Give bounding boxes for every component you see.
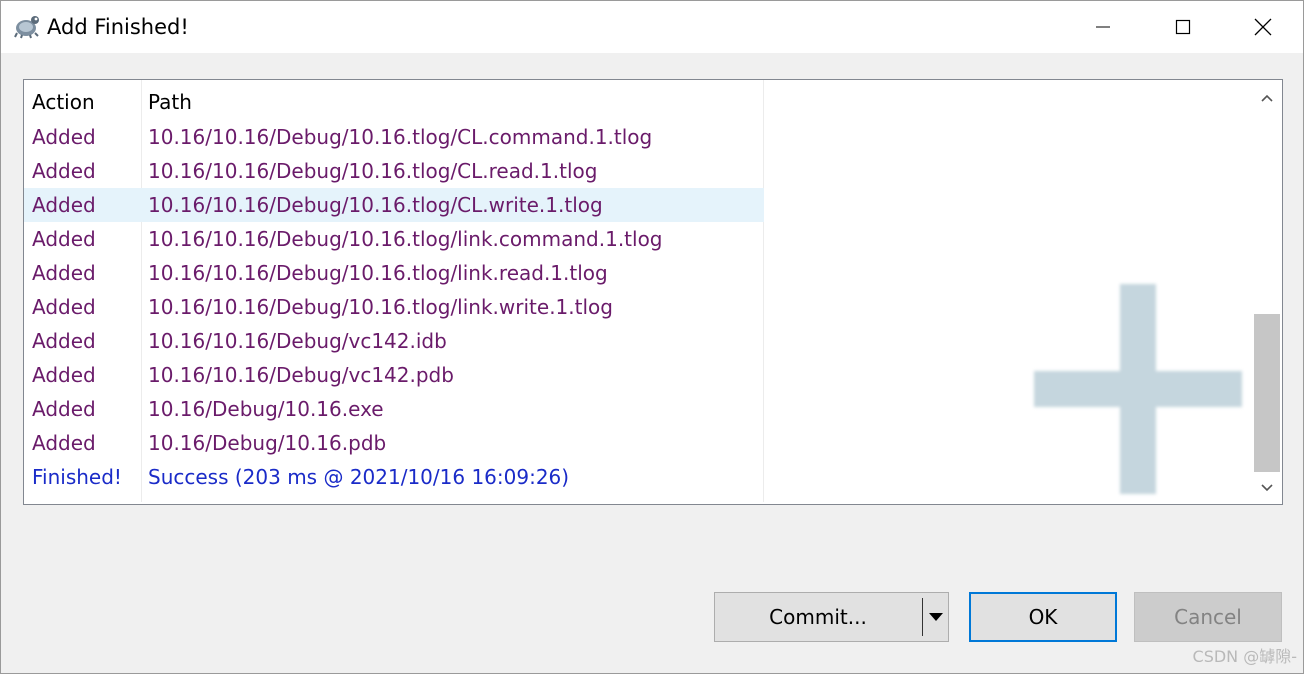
list-item[interactable]: Added 10.16/Debug/10.16.exe (24, 392, 764, 426)
commit-button-label: Commit... (769, 605, 867, 629)
list-item[interactable]: Added 10.16/10.16/Debug/10.16.tlog/CL.co… (24, 120, 764, 154)
list-item-finished[interactable]: Finished! Success (203 ms @ 2021/10/16 1… (24, 460, 764, 494)
minimize-icon (1096, 26, 1110, 28)
list-item[interactable]: Added 10.16/10.16/Debug/10.16.tlog/link.… (24, 256, 764, 290)
path-cell: 10.16/10.16/Debug/10.16.tlog/CL.read.1.t… (148, 159, 598, 183)
list-item-selected[interactable]: Added 10.16/10.16/Debug/10.16.tlog/CL.wr… (24, 188, 764, 222)
path-cell: 10.16/10.16/Debug/10.16.tlog/CL.write.1.… (148, 193, 603, 217)
add-plus-icon (1034, 284, 1242, 494)
scrollbar-thumb[interactable] (1254, 314, 1280, 472)
action-cell: Added (32, 261, 96, 285)
action-cell: Added (32, 159, 96, 183)
file-action-list[interactable]: Action Path Added 10.16/10.16/Debug/10.1… (23, 79, 1283, 505)
ok-button[interactable]: OK (969, 592, 1117, 642)
scroll-down-icon[interactable] (1257, 478, 1277, 498)
action-cell: Finished! (32, 465, 122, 489)
path-cell: 10.16/10.16/Debug/10.16.tlog/link.read.1… (148, 261, 608, 285)
split-divider (922, 598, 923, 636)
path-cell: 10.16/10.16/Debug/vc142.pdb (148, 363, 454, 387)
column-header-path[interactable]: Path (148, 80, 192, 116)
action-cell: Added (32, 193, 96, 217)
close-button[interactable] (1223, 1, 1303, 53)
maximize-button[interactable] (1143, 1, 1223, 53)
path-cell: 10.16/10.16/Debug/10.16.tlog/CL.command.… (148, 125, 653, 149)
action-cell: Added (32, 295, 96, 319)
action-cell: Added (32, 227, 96, 251)
minimize-button[interactable] (1063, 1, 1143, 53)
cancel-button[interactable]: Cancel (1134, 592, 1282, 642)
list-item[interactable]: Added 10.16/10.16/Debug/vc142.idb (24, 324, 764, 358)
action-cell: Added (32, 431, 96, 455)
action-cell: Added (32, 363, 96, 387)
dropdown-arrow-icon (929, 613, 943, 621)
app-icon (14, 16, 39, 39)
path-cell: 10.16/Debug/10.16.exe (148, 397, 384, 421)
path-cell: 10.16/Debug/10.16.pdb (148, 431, 387, 455)
dialog-window: Add Finished! Action Path Added 10.16/10… (0, 0, 1304, 674)
action-cell: Added (32, 397, 96, 421)
path-cell: 10.16/10.16/Debug/10.16.tlog/link.write.… (148, 295, 613, 319)
path-cell: 10.16/10.16/Debug/vc142.idb (148, 329, 447, 353)
list-item[interactable]: Added 10.16/10.16/Debug/vc142.pdb (24, 358, 764, 392)
commit-dropdown-toggle[interactable] (925, 593, 947, 641)
action-cell: Added (32, 125, 96, 149)
list-item[interactable]: Added 10.16/10.16/Debug/10.16.tlog/link.… (24, 290, 764, 324)
list-item[interactable]: Added 10.16/10.16/Debug/10.16.tlog/CL.re… (24, 154, 764, 188)
window-title: Add Finished! (47, 15, 189, 39)
vertical-scrollbar[interactable] (1252, 80, 1282, 502)
scroll-up-icon[interactable] (1257, 88, 1277, 108)
list-item[interactable]: Added 10.16/Debug/10.16.pdb (24, 426, 764, 460)
title-bar[interactable]: Add Finished! (1, 1, 1303, 53)
close-icon (1254, 18, 1272, 36)
action-cell: Added (32, 329, 96, 353)
watermark-text: CSDN @罅隙- (1192, 647, 1297, 666)
list-item[interactable]: Added 10.16/10.16/Debug/10.16.tlog/link.… (24, 222, 764, 256)
commit-button[interactable]: Commit... (714, 592, 949, 642)
maximize-icon (1175, 19, 1191, 35)
column-header-action[interactable]: Action (32, 80, 95, 116)
path-cell: 10.16/10.16/Debug/10.16.tlog/link.comman… (148, 227, 663, 251)
path-cell: Success (203 ms @ 2021/10/16 16:09:26) (148, 465, 570, 489)
